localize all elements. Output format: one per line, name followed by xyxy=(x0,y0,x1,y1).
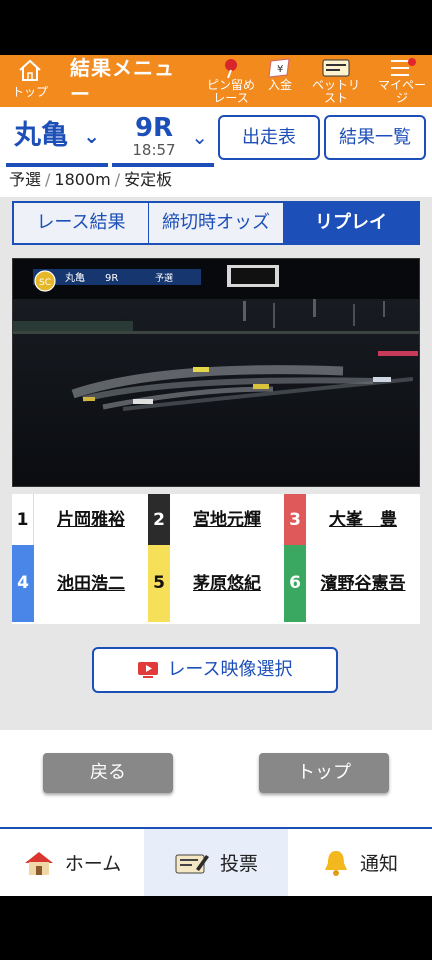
results-list-button[interactable]: 結果一覧 xyxy=(324,115,426,160)
betlist-icon xyxy=(322,59,350,77)
home-outline-icon xyxy=(19,59,41,81)
overlay-race: 9R xyxy=(105,273,118,284)
race-header: 丸亀 ⌄ 9R 18:57 ⌄ 出走表 結果一覧 予選/1800m / 安定板 xyxy=(0,107,432,197)
top-home-label: トップ xyxy=(11,85,48,99)
bet-list-label: ベットリスト xyxy=(311,78,360,105)
race-condition: 安定板 xyxy=(124,170,173,189)
nav-vote-label: 投票 xyxy=(219,853,258,875)
yen-icon: ¥ xyxy=(268,58,290,78)
overlay-type: 予選 xyxy=(155,273,173,284)
racer-cell-2[interactable]: 2 宮地元輝 xyxy=(148,494,284,546)
nav-home-label: ホーム xyxy=(64,853,122,875)
deposit-button[interactable]: ¥ 入金 xyxy=(262,55,298,107)
racer-name[interactable]: 大峯 豊 xyxy=(306,494,420,546)
chevron-down-icon: ⌄ xyxy=(191,125,208,149)
bet-list-button[interactable]: ベットリスト xyxy=(308,55,364,107)
nav-notification-label: 通知 xyxy=(359,853,398,875)
racer-cell-6[interactable]: 6 濱野谷憲吾 xyxy=(284,545,420,622)
racer-number: 1 xyxy=(12,494,34,546)
pinned-races-label: ピン留めレース xyxy=(206,78,255,105)
my-page-label: マイページ xyxy=(377,78,426,105)
racer-cell-5[interactable]: 5 茅原悠紀 xyxy=(148,545,284,622)
tab-replay[interactable]: リプレイ xyxy=(284,203,418,243)
racer-number: 3 xyxy=(284,494,306,546)
race-selector[interactable]: 9R 18:57 ⌄ xyxy=(112,115,214,167)
tab-race-result[interactable]: レース結果 xyxy=(14,203,149,243)
racer-number: 2 xyxy=(148,494,170,546)
racer-cell-1[interactable]: 1 片岡雅裕 xyxy=(12,494,148,546)
racer-cell-3[interactable]: 3 大峯 豊 xyxy=(284,494,420,546)
top-home-button[interactable]: トップ xyxy=(10,55,50,107)
racer-number: 6 xyxy=(284,545,306,622)
video-select-button[interactable]: レース映像選択 xyxy=(92,647,338,693)
racer-name[interactable]: 片岡雅裕 xyxy=(34,494,148,546)
back-button[interactable]: 戻る xyxy=(43,753,173,793)
race-grade: 予選 xyxy=(9,170,42,189)
svg-text:SC: SC xyxy=(39,278,51,288)
entry-list-button[interactable]: 出走表 xyxy=(218,115,320,160)
action-buttons: 戻る トップ xyxy=(0,730,432,827)
replay-video[interactable]: SC 丸亀 9R 予選 xyxy=(12,258,420,487)
racer-name[interactable]: 濱野谷憲吾 xyxy=(306,545,420,622)
race-info: 予選/1800m / 安定板 xyxy=(9,170,173,189)
video-play-icon xyxy=(138,662,159,678)
bell-icon xyxy=(324,850,347,876)
page-title: 結果メニュー xyxy=(70,56,175,106)
my-page-button[interactable]: マイページ xyxy=(376,55,428,107)
racer-name[interactable]: 宮地元輝 xyxy=(170,494,284,546)
deposit-label: 入金 xyxy=(267,78,292,92)
notification-dot xyxy=(408,58,416,66)
vote-icon xyxy=(175,854,209,873)
main-content: レース結果 締切時オッズ リプレイ SC 丸亀 9R 予選 1 片岡雅裕 2 宮… xyxy=(0,197,432,730)
home-icon xyxy=(24,851,53,875)
menu-icon xyxy=(391,58,416,76)
nav-notification[interactable]: 通知 xyxy=(288,829,432,896)
top-button[interactable]: トップ xyxy=(259,753,389,793)
replay-video-frame: SC 丸亀 9R 予選 xyxy=(13,259,419,486)
nav-vote[interactable]: 投票 xyxy=(144,829,288,896)
pinned-races-button[interactable]: ピン留めレース xyxy=(206,55,256,107)
video-select-label: レース映像選択 xyxy=(167,659,293,680)
bottom-nav: ホーム 投票 通知 xyxy=(0,827,432,896)
racer-name[interactable]: 池田浩二 xyxy=(34,545,148,622)
racer-name[interactable]: 茅原悠紀 xyxy=(170,545,284,622)
racer-grid: 1 片岡雅裕 2 宮地元輝 3 大峯 豊 4 池田浩二 5 茅原悠紀 6 濱野谷… xyxy=(12,494,420,624)
tab-closing-odds[interactable]: 締切時オッズ xyxy=(149,203,284,243)
venue-name: 丸亀 xyxy=(14,120,68,151)
overlay-venue: 丸亀 xyxy=(65,271,85,284)
svg-text:¥: ¥ xyxy=(277,64,283,75)
racer-cell-4[interactable]: 4 池田浩二 xyxy=(12,545,148,622)
venue-selector[interactable]: 丸亀 ⌄ xyxy=(6,115,108,167)
racer-number: 5 xyxy=(148,545,170,622)
result-tabs: レース結果 締切時オッズ リプレイ xyxy=(12,201,420,245)
top-bar: トップ 結果メニュー ピン留めレース ¥ 入金 ベットリスト マイページ xyxy=(0,55,432,107)
pin-icon xyxy=(225,59,237,79)
race-distance: 1800m xyxy=(54,170,111,189)
racer-number: 4 xyxy=(12,545,34,622)
nav-home[interactable]: ホーム xyxy=(0,829,144,896)
